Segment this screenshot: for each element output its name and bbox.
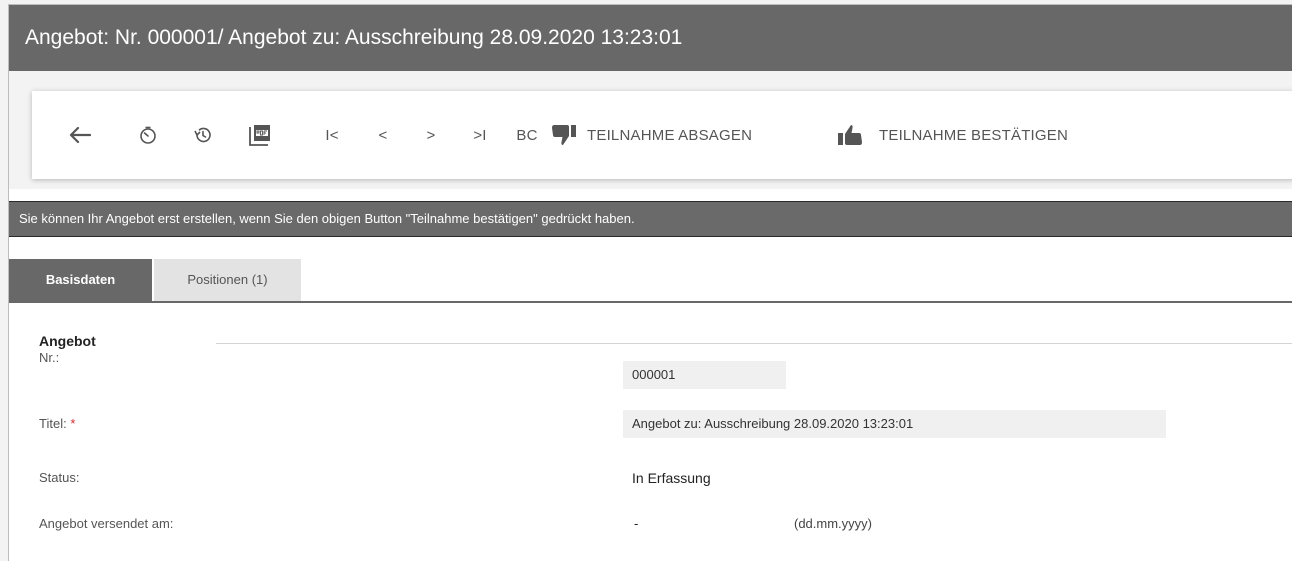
history-button[interactable] <box>187 91 219 179</box>
nr-label: Nr.: <box>39 350 60 365</box>
date-format-hint: (dd.mm.yyyy) <box>794 516 872 531</box>
history-icon <box>194 127 211 143</box>
section-divider <box>216 343 1292 344</box>
required-marker: * <box>70 416 76 431</box>
window: Angebot: Nr. 000001/ Angebot zu: Ausschr… <box>8 4 1292 561</box>
pdf-icon <box>249 125 270 146</box>
titel-field[interactable]: Angebot zu: Ausschreibung 28.09.2020 13:… <box>623 410 1166 438</box>
tab-basisdaten[interactable]: Basisdaten <box>9 259 152 301</box>
toolbar-area: I< < > >I BC TEILNAHME ABSAGEN TEILNAHME… <box>9 71 1292 189</box>
toolbar: I< < > >I BC TEILNAHME ABSAGEN TEILNAHME… <box>32 91 1292 179</box>
confirm-participation-button[interactable]: TEILNAHME BESTÄTIGEN <box>837 91 1157 179</box>
next-record-button[interactable]: > <box>417 91 445 179</box>
window-title: Angebot: Nr. 000001/ Angebot zu: Ausschr… <box>9 5 1292 71</box>
bc-button[interactable]: BC <box>509 91 545 179</box>
stopwatch-icon <box>140 126 156 144</box>
versendet-value[interactable]: - <box>634 516 638 531</box>
decline-participation-label: TEILNAHME ABSAGEN <box>587 126 753 144</box>
titel-label-text: Titel: <box>39 416 67 431</box>
confirm-participation-label: TEILNAHME BESTÄTIGEN <box>879 126 1069 144</box>
first-record-button[interactable]: I< <box>317 91 347 179</box>
versendet-label: Angebot versendet am: <box>39 516 174 531</box>
pdf-button[interactable] <box>243 91 277 179</box>
last-record-button[interactable]: >I <box>465 91 495 179</box>
arrow-left-icon <box>69 126 91 144</box>
info-notice: Sie können Ihr Angebot erst erstellen, w… <box>9 201 1292 237</box>
titel-label: Titel: * <box>39 416 75 431</box>
nr-field[interactable]: 000001 <box>623 361 786 389</box>
section-title: Angebot <box>39 333 96 349</box>
status-value: In Erfassung <box>632 470 711 486</box>
back-button[interactable] <box>62 91 98 179</box>
status-label: Status: <box>39 470 80 485</box>
tab-positionen[interactable]: Positionen (1) <box>154 259 301 301</box>
thumbs-down-icon <box>552 125 576 145</box>
previous-record-button[interactable]: < <box>369 91 397 179</box>
timer-button[interactable] <box>132 91 164 179</box>
thumbs-up-icon <box>838 125 862 145</box>
tab-bar: Basisdaten Positionen (1) <box>9 259 1292 303</box>
